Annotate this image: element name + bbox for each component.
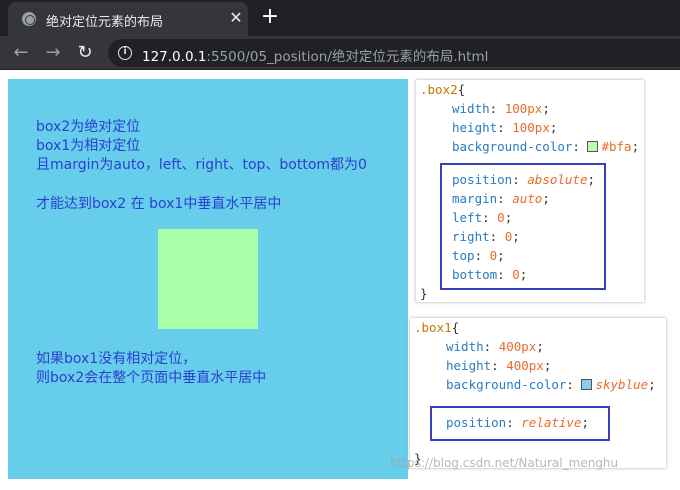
css-value[interactable]: 0	[497, 210, 505, 225]
css-value[interactable]: 100px	[512, 120, 550, 135]
note-line: box2为绝对定位	[36, 119, 141, 135]
css-property[interactable]: height	[452, 120, 497, 135]
address-bar[interactable]: i 127.0.0.1:5500/05_position/绝对定位元素的布局.h…	[108, 39, 680, 67]
note-line: 则box2会在整个页面中垂直水平居中	[36, 370, 267, 386]
note-line: 如果box1没有相对定位，	[36, 351, 197, 367]
devtools-box1-rule: .box1{ width: 400px; height: 400px; back…	[410, 318, 666, 468]
css-property[interactable]: position	[446, 415, 506, 430]
closing-brace: }	[420, 286, 428, 301]
css-value[interactable]: absolute	[527, 172, 587, 187]
color-swatch[interactable]	[587, 141, 599, 152]
css-value[interactable]: 100px	[505, 101, 543, 116]
url-path: :5500/05_position/绝对定位元素的布局.html	[206, 49, 489, 65]
back-arrow-icon[interactable]: ←	[8, 40, 34, 66]
css-property[interactable]: background-color	[452, 139, 572, 154]
note-line: 才能达到box2 在 box1中垂直水平居中	[36, 196, 282, 212]
css-value[interactable]: 400px	[499, 339, 537, 354]
css-property[interactable]: width	[446, 339, 484, 354]
css-value[interactable]: relative	[521, 415, 581, 430]
css-value[interactable]: 400px	[506, 358, 544, 373]
color-swatch[interactable]	[581, 379, 593, 390]
note-line: box1为相对定位	[36, 138, 141, 154]
box1: box2为绝对定位 box1为相对定位 且margin为auto，left、ri…	[8, 79, 408, 479]
close-icon[interactable]: ✕	[226, 8, 246, 28]
watermark: https://blog.csdn.net/Natural_menghu	[390, 456, 619, 470]
new-tab-button[interactable]: +	[258, 6, 282, 30]
css-value[interactable]: skyblue	[595, 377, 648, 392]
css-property[interactable]: position	[452, 172, 512, 187]
css-property[interactable]: bottom	[452, 267, 497, 282]
forward-arrow-icon[interactable]: →	[40, 40, 66, 66]
reload-icon[interactable]: ↻	[72, 40, 98, 66]
css-value[interactable]: #bfa	[601, 139, 631, 154]
css-selector[interactable]: .box2	[420, 82, 458, 97]
css-property[interactable]: width	[452, 101, 490, 116]
css-property[interactable]: left	[452, 210, 482, 225]
css-property[interactable]: margin	[452, 191, 497, 206]
css-selector[interactable]: .box1	[414, 320, 452, 335]
css-property[interactable]: top	[452, 248, 475, 263]
url-host: 127.0.0.1	[142, 49, 207, 65]
css-property[interactable]: background-color	[446, 377, 566, 392]
css-property[interactable]: right	[452, 229, 490, 244]
css-value[interactable]: 0	[512, 267, 520, 282]
globe-icon	[22, 12, 36, 26]
devtools-box2-rule: .box2{ width: 100px; height: 100px; back…	[416, 80, 644, 302]
url-text[interactable]: 127.0.0.1:5500/05_position/绝对定位元素的布局.htm…	[142, 45, 488, 65]
note-line: 且margin为auto，left、right、top、bottom都为0	[36, 157, 367, 173]
css-value[interactable]: auto	[512, 191, 542, 206]
browser-tab-bar: 绝对定位元素的布局 ✕ +	[0, 0, 680, 36]
page-viewport: box2为绝对定位 box1为相对定位 且margin为auto，left、ri…	[0, 71, 680, 490]
box2	[158, 229, 258, 329]
browser-toolbar: ← → ↻ i 127.0.0.1:5500/05_position/绝对定位元…	[0, 36, 680, 70]
browser-tab[interactable]: 绝对定位元素的布局 ✕	[8, 2, 248, 36]
tab-title: 绝对定位元素的布局	[46, 15, 164, 30]
css-property[interactable]: height	[446, 358, 491, 373]
info-icon[interactable]: i	[118, 46, 132, 60]
